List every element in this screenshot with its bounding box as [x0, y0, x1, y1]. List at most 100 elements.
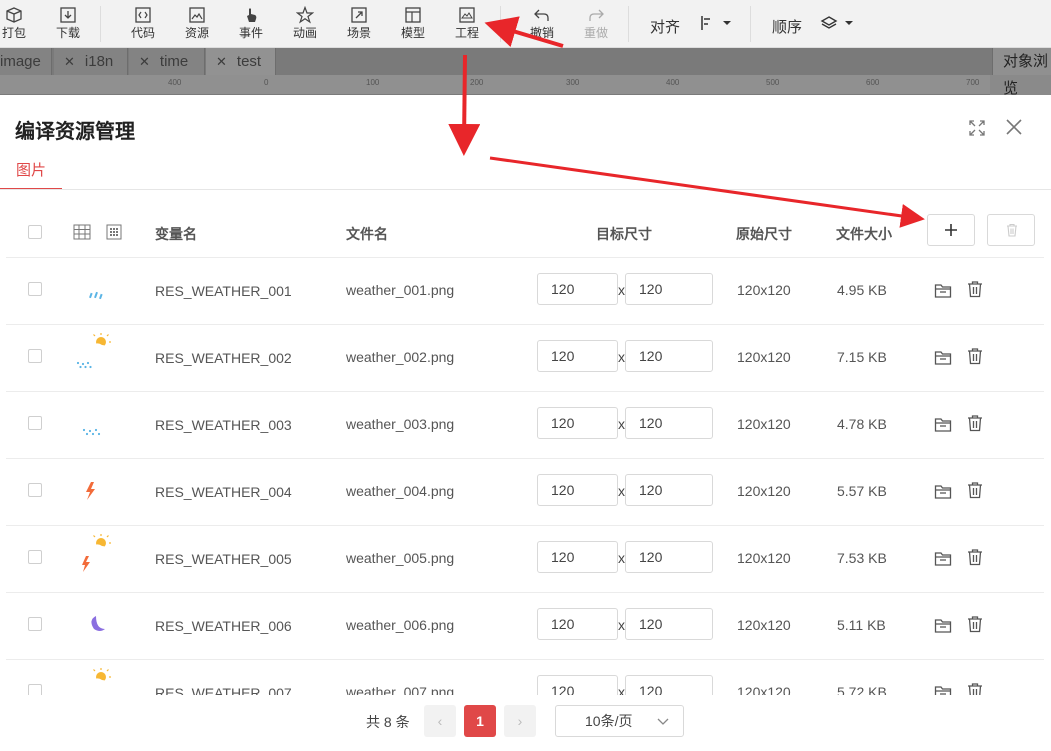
- object-browser-label: 对象浏览: [1003, 53, 1049, 97]
- package-button[interactable]: 打包: [0, 6, 36, 46]
- target-height-input[interactable]: 120: [625, 474, 713, 506]
- target-height-input[interactable]: 120: [625, 541, 713, 573]
- file-size: 4.78 KB: [837, 416, 887, 432]
- page-1-button[interactable]: 1: [464, 705, 496, 737]
- target-height-input[interactable]: 120: [625, 407, 713, 439]
- target-width-input[interactable]: 120: [537, 675, 618, 695]
- variable-name: RES_WEATHER_007: [155, 685, 292, 695]
- file-size: 4.95 KB: [837, 282, 887, 298]
- file-size: 5.72 KB: [837, 684, 887, 695]
- tab-label: time: [159, 53, 189, 70]
- dialog-title: 编译资源管理: [15, 121, 135, 143]
- target-width-input[interactable]: 120: [537, 273, 618, 305]
- select-all-checkbox[interactable]: [28, 225, 42, 239]
- target-width-input[interactable]: 120: [537, 340, 618, 372]
- scene-button[interactable]: 场景: [337, 6, 381, 46]
- header-variable-name: 变量名: [155, 226, 197, 242]
- tab-image[interactable]: image: [0, 48, 52, 75]
- delete-selected-button[interactable]: [987, 214, 1035, 246]
- order-dropdown[interactable]: [820, 14, 854, 31]
- row-checkbox[interactable]: [28, 483, 42, 497]
- download-button[interactable]: 下载: [46, 6, 90, 46]
- animation-button[interactable]: 动画: [283, 6, 327, 46]
- target-height-input[interactable]: 120: [625, 675, 713, 695]
- tab-time[interactable]: ✕ time: [129, 48, 205, 75]
- project-button[interactable]: 工程: [445, 6, 489, 46]
- row-checkbox[interactable]: [28, 349, 42, 363]
- row-checkbox[interactable]: [28, 550, 42, 564]
- folder-open-icon[interactable]: [934, 282, 952, 300]
- folder-open-icon[interactable]: [934, 416, 952, 434]
- trash-icon[interactable]: [966, 682, 984, 695]
- table-row: RES_WEATHER_001 weather_001.png 120 x 120 120…: [6, 258, 1044, 325]
- folder-open-icon[interactable]: [934, 684, 952, 695]
- file-name: weather_006.png: [346, 617, 455, 633]
- row-checkbox[interactable]: [28, 416, 42, 430]
- resource-button[interactable]: 资源: [175, 6, 219, 46]
- row-checkbox[interactable]: [28, 282, 42, 296]
- next-page-button[interactable]: ›: [504, 705, 536, 737]
- target-width-input[interactable]: 120: [537, 608, 618, 640]
- table-row: RES_WEATHER_004 weather_004.png 120 x 120 120…: [6, 459, 1044, 526]
- folder-open-icon[interactable]: [934, 550, 952, 568]
- fullscreen-icon[interactable]: [968, 119, 986, 137]
- model-button[interactable]: 模型: [391, 6, 435, 46]
- folder-open-icon[interactable]: [934, 617, 952, 635]
- tab-test[interactable]: ✕ test: [206, 48, 276, 75]
- star-icon: [296, 6, 314, 24]
- tab-images[interactable]: 图片: [0, 157, 62, 190]
- chevron-down-icon: [657, 718, 669, 725]
- tab-label: i18n: [84, 53, 114, 70]
- list-view-icon[interactable]: [73, 224, 91, 240]
- folder-open-icon[interactable]: [934, 483, 952, 501]
- folder-open-icon[interactable]: [934, 349, 952, 367]
- trash-icon[interactable]: [966, 347, 984, 365]
- original-size: 120x120: [737, 349, 791, 365]
- trash-icon[interactable]: [966, 280, 984, 298]
- ruler-tick-label: 400: [168, 78, 182, 87]
- times-sign: x: [618, 416, 625, 432]
- redo-button[interactable]: 重做: [574, 6, 618, 46]
- code-button[interactable]: 代码: [121, 6, 165, 46]
- align-label: 对齐: [650, 19, 681, 36]
- header-file-size: 文件大小: [836, 226, 892, 242]
- file-name: weather_002.png: [346, 349, 455, 365]
- row-checkbox[interactable]: [28, 684, 42, 695]
- sun-lightning-icon: [82, 534, 111, 572]
- target-height-input[interactable]: 120: [625, 608, 713, 640]
- add-resource-button[interactable]: [927, 214, 975, 246]
- event-button[interactable]: 事件: [229, 6, 273, 46]
- grid-view-icon[interactable]: [106, 224, 122, 240]
- target-height-input[interactable]: 120: [625, 273, 713, 305]
- trash-icon[interactable]: [966, 414, 984, 432]
- trash-icon[interactable]: [966, 548, 984, 566]
- align-dropdown[interactable]: [700, 14, 732, 31]
- row-checkbox[interactable]: [28, 617, 42, 631]
- ruler-tick-label: 100: [366, 78, 380, 87]
- target-height-input[interactable]: 120: [625, 340, 713, 372]
- times-sign: x: [618, 483, 625, 499]
- target-width-value: 120: [551, 348, 575, 364]
- target-height-value: 120: [639, 415, 663, 431]
- file-name: weather_003.png: [346, 416, 455, 432]
- resource-label: 资源: [184, 26, 209, 40]
- close-icon[interactable]: ✕: [216, 54, 227, 69]
- close-icon[interactable]: ✕: [139, 54, 150, 69]
- prev-page-button[interactable]: ‹: [424, 705, 456, 737]
- page-size-select[interactable]: 10条/页: [555, 705, 684, 737]
- undo-button[interactable]: 撤销: [520, 6, 564, 46]
- target-width-value: 120: [551, 482, 575, 498]
- header-file-name: 文件名: [346, 226, 388, 242]
- target-height-value: 120: [639, 281, 663, 297]
- target-width-input[interactable]: 120: [537, 407, 618, 439]
- tab-i18n[interactable]: ✕ i18n: [54, 48, 128, 75]
- target-width-input[interactable]: 120: [537, 474, 618, 506]
- target-width-input[interactable]: 120: [537, 541, 618, 573]
- trash-icon[interactable]: [966, 615, 984, 633]
- close-icon[interactable]: [1004, 117, 1024, 137]
- times-sign: x: [618, 349, 625, 365]
- redo-label: 重做: [583, 26, 608, 40]
- order-label: 顺序: [772, 19, 803, 36]
- close-icon[interactable]: ✕: [64, 54, 75, 69]
- trash-icon[interactable]: [966, 481, 984, 499]
